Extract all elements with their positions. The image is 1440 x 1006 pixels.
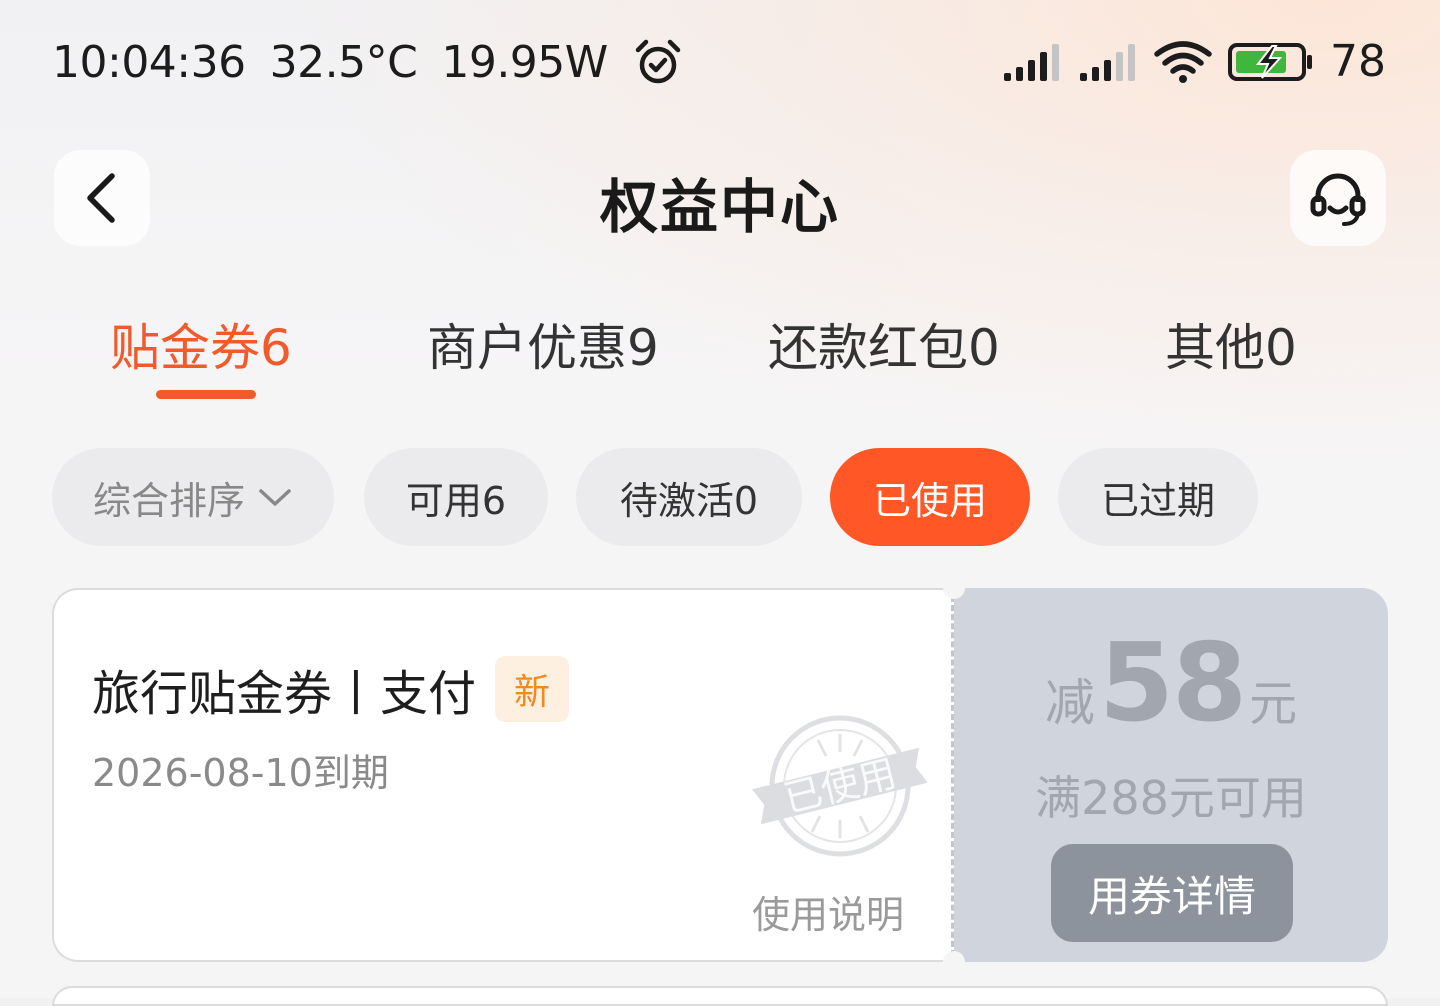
status-temperature: 32.5°C <box>269 36 418 88</box>
battery-charging-icon <box>1228 42 1312 81</box>
used-stamp-text: 已使用 <box>779 751 900 821</box>
coupon-detail-button[interactable]: 用券详情 <box>1051 844 1293 942</box>
status-bar-left: 10:04:36 32.5°C 19.95W <box>52 36 684 88</box>
sort-dropdown[interactable]: 综合排序 <box>52 448 334 546</box>
coupon-title: 旅行贴金券丨支付 <box>92 666 477 722</box>
amount-prefix: 减 <box>1044 674 1095 732</box>
customer-service-button[interactable] <box>1290 150 1386 246</box>
signal-icon-2 <box>1080 43 1135 81</box>
new-badge: 新 <box>495 656 569 722</box>
filter-chip-used[interactable]: 已使用 <box>830 448 1030 546</box>
status-bar-right: 78 <box>1002 36 1386 87</box>
coupon-threshold: 满288元可用 <box>1035 771 1307 825</box>
filter-chip-pending[interactable]: 待激活0 <box>576 448 802 546</box>
tab-repayment-redpacket[interactable]: 还款红包0 <box>768 308 1000 380</box>
amount-suffix: 元 <box>1249 676 1298 732</box>
usage-instructions-link[interactable]: 使用说明 <box>752 884 904 939</box>
coupon-notch-top <box>943 577 965 599</box>
tab-voucher[interactable]: 贴金券6 <box>110 308 292 380</box>
signal-icon <box>1004 43 1059 81</box>
sort-label: 综合排序 <box>92 478 245 523</box>
tab-merchant-offers[interactable]: 商户优惠9 <box>427 308 659 380</box>
next-coupon-card[interactable] <box>52 986 1388 1006</box>
wifi-icon <box>1154 40 1212 83</box>
active-tab-indicator <box>156 390 256 399</box>
alarm-icon <box>635 39 681 84</box>
status-power: 19.95W <box>441 36 608 88</box>
tab-other[interactable]: 其他0 <box>1165 308 1297 380</box>
amount-value: 58 <box>1098 621 1247 746</box>
status-time: 10:04:36 <box>52 36 246 88</box>
chevron-down-icon <box>259 489 291 506</box>
page-title: 权益中心 <box>599 173 840 241</box>
coupon-expiry: 2026-08-10到期 <box>92 751 389 795</box>
used-stamp-icon: 已使用 <box>752 715 928 857</box>
coupon-notch-bottom <box>943 951 965 973</box>
headset-icon <box>1310 173 1366 226</box>
coupon-amount: 减 58 元 <box>954 630 1388 738</box>
filter-chip-expired[interactable]: 已过期 <box>1058 448 1258 546</box>
battery-level: 78 <box>1330 36 1386 87</box>
filter-chip-available[interactable]: 可用6 <box>364 448 548 546</box>
